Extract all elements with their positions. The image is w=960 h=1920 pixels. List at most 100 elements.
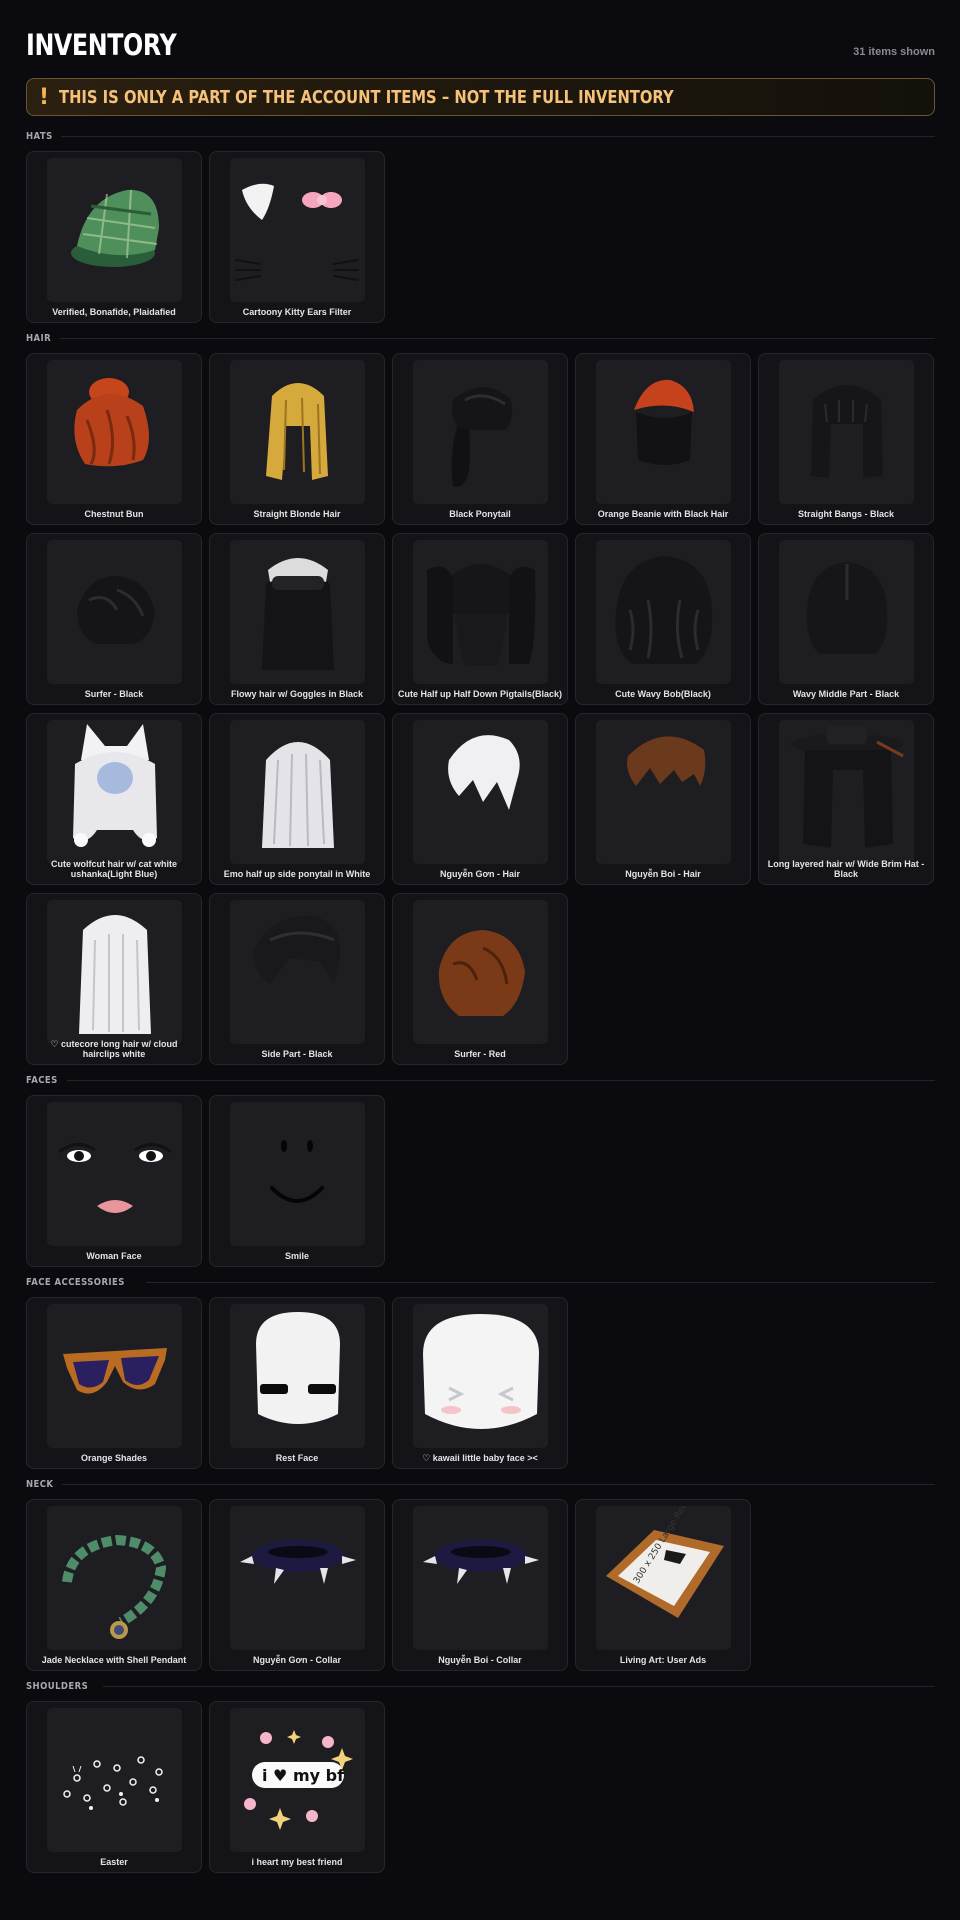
picture-frame-icon: 300 x 250 Large Rectangle (596, 1506, 731, 1650)
item-name: ♡ kawaii little baby face >< (422, 1453, 538, 1463)
divider (146, 1281, 935, 1283)
item-name: Nguyễn Boi - Hair (625, 869, 701, 879)
item-name: Orange Beanie with Black Hair (597, 509, 729, 519)
beanie-hair-icon (596, 360, 731, 504)
section-shoulders: SHOULDERS (26, 1679, 935, 1693)
section-label: SHOULDERS (26, 1680, 89, 1692)
blonde-hair-icon (230, 360, 365, 504)
item-name: Orange Shades (80, 1453, 148, 1463)
item-name: Wavy Middle Part - Black (792, 689, 900, 699)
item-name: Verified, Bonafide, Plaidafied (52, 307, 176, 317)
wide-brim-hat-hair-icon (779, 720, 914, 864)
warning-banner: ! THIS IS ONLY A PART OF THE ACCOUNT ITE… (26, 78, 935, 116)
item-name: Smile (284, 1251, 309, 1261)
wavy-bob-icon (596, 540, 731, 684)
item-card[interactable]: Black Ponytail (392, 353, 568, 525)
item-card[interactable]: Cartoony Kitty Ears Filter (209, 151, 385, 323)
surfer-hair-icon (47, 540, 182, 684)
kitty-ears-icon (230, 158, 365, 302)
item-card[interactable]: ♡ kawaii little baby face >< (392, 1297, 568, 1469)
section-faces: FACES (26, 1073, 935, 1087)
item-name: Nguyễn Boi - Collar (438, 1655, 522, 1665)
pigtails-hair-icon (413, 540, 548, 684)
item-card[interactable]: Jade Necklace with Shell Pendant (26, 1499, 202, 1671)
divider (59, 337, 935, 339)
item-card[interactable]: Nguyễn Gơn - Hair (392, 713, 568, 885)
item-card[interactable]: Orange Beanie with Black Hair (575, 353, 751, 525)
item-card[interactable]: ♡ cutecore long hair w/ cloud hairclips … (26, 893, 202, 1065)
item-card[interactable]: Straight Bangs - Black (758, 353, 934, 525)
item-card[interactable]: Emo half up side ponytail in White (209, 713, 385, 885)
bangs-hair-icon (779, 360, 914, 504)
item-name: Cartoony Kitty Ears Filter (242, 307, 352, 317)
spiked-collar-icon (413, 1506, 548, 1650)
page-header: INVENTORY 31 items shown (26, 24, 935, 64)
rest-face-icon (230, 1304, 365, 1448)
goggles-hair-icon (230, 540, 365, 684)
ponytail-icon (413, 360, 548, 504)
item-name: Side Part - Black (261, 1049, 333, 1059)
item-name: Emo half up side ponytail in White (223, 869, 371, 879)
item-card[interactable]: Flowy hair w/ Goggles in Black (209, 533, 385, 705)
item-name: Jade Necklace with Shell Pendant (41, 1655, 187, 1665)
divider (62, 1483, 935, 1485)
banner-text: THIS IS ONLY A PART OF THE ACCOUNT ITEMS… (59, 86, 674, 108)
white-long-hair-icon (47, 900, 182, 1044)
wolfcut-ushanka-icon (47, 720, 182, 864)
item-card[interactable]: Nguyễn Boi - Collar (392, 1499, 568, 1671)
item-card[interactable]: Nguyễn Gơn - Collar (209, 1499, 385, 1671)
item-name: Straight Bangs - Black (797, 509, 895, 519)
chestnut-bun-icon (47, 360, 182, 504)
spiked-collar-icon (230, 1506, 365, 1650)
white-short-hair-icon (413, 720, 548, 864)
red-surfer-hair-icon (413, 900, 548, 1044)
section-label: HATS (26, 130, 53, 142)
plaid-cap-icon (47, 158, 182, 302)
brown-short-hair-icon (596, 720, 731, 864)
bf-text: i ♥ my bf (262, 1766, 345, 1785)
item-name: ♡ cutecore long hair w/ cloud hairclips … (50, 1039, 178, 1059)
item-card[interactable]: Rest Face (209, 1297, 385, 1469)
item-card[interactable]: Long layered hair w/ Wide Brim Hat - Bla… (758, 713, 934, 885)
item-card[interactable]: Smile (209, 1095, 385, 1267)
item-card[interactable]: Cute wolfcut hair w/ cat white ushanka(L… (26, 713, 202, 885)
item-card[interactable]: Orange Shades (26, 1297, 202, 1469)
item-card[interactable]: i ♥ my bf i heart my best friend (209, 1701, 385, 1873)
section-face-accessories: FACE ACCESSORIES (26, 1275, 935, 1289)
item-name: Cute Wavy Bob(Black) (615, 689, 711, 699)
easter-bunnies-icon (47, 1708, 182, 1852)
item-name: Flowy hair w/ Goggles in Black (230, 689, 364, 699)
middle-part-hair-icon (779, 540, 914, 684)
section-neck: NECK (26, 1477, 935, 1491)
item-card[interactable]: Woman Face (26, 1095, 202, 1267)
item-name: Rest Face (275, 1453, 319, 1463)
item-name: Nguyễn Gơn - Collar (253, 1655, 341, 1665)
section-hair: HAIR (26, 331, 935, 345)
item-name: Long layered hair w/ Wide Brim Hat - Bla… (767, 859, 925, 879)
item-name: Surfer - Red (454, 1049, 506, 1059)
item-name: Chestnut Bun (84, 509, 144, 519)
item-card[interactable]: Easter (26, 1701, 202, 1873)
section-label: FACES (26, 1074, 58, 1086)
orange-shades-icon (47, 1304, 182, 1448)
divider (61, 135, 935, 137)
white-ponytail-icon (230, 720, 365, 864)
items-count: 31 items shown (853, 46, 935, 58)
item-card[interactable]: Straight Blonde Hair (209, 353, 385, 525)
item-card[interactable]: Cute Wavy Bob(Black) (575, 533, 751, 705)
item-card[interactable]: Surfer - Red (392, 893, 568, 1065)
item-name: i heart my best friend (251, 1857, 343, 1867)
smile-face-icon (230, 1102, 365, 1246)
item-card[interactable]: Chestnut Bun (26, 353, 202, 525)
heart-bf-icon: i ♥ my bf (230, 1708, 365, 1852)
item-card[interactable]: 300 x 250 Large Rectangle Living Art: Us… (575, 1499, 751, 1671)
item-card[interactable]: Verified, Bonafide, Plaidafied (26, 151, 202, 323)
item-name: Nguyễn Gơn - Hair (440, 869, 520, 879)
item-card[interactable]: Cute Half up Half Down Pigtails(Black) (392, 533, 568, 705)
item-card[interactable]: Nguyễn Boi - Hair (575, 713, 751, 885)
item-card[interactable]: Surfer - Black (26, 533, 202, 705)
item-name: Straight Blonde Hair (253, 509, 341, 519)
item-card[interactable]: Side Part - Black (209, 893, 385, 1065)
side-part-hair-icon (230, 900, 365, 1044)
item-card[interactable]: Wavy Middle Part - Black (758, 533, 934, 705)
